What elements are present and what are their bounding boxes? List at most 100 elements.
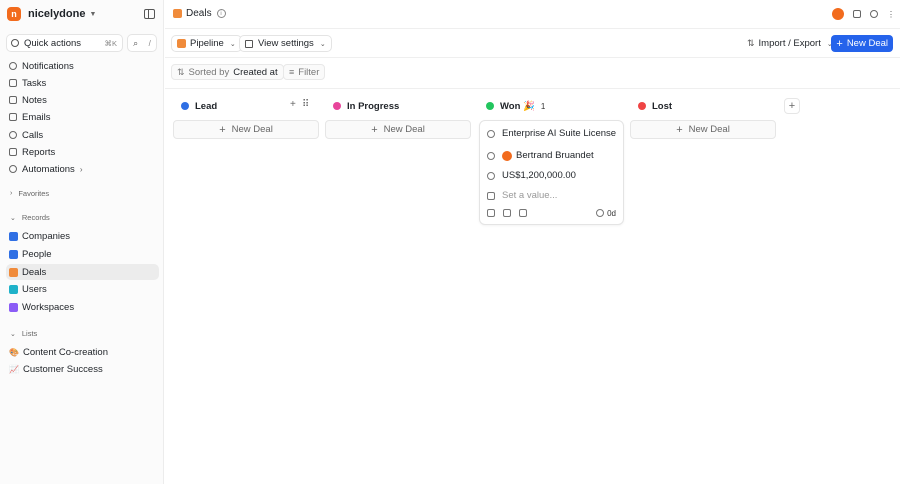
chevron-down-icon: ⌄ <box>319 40 326 48</box>
deal-name-row: Enterprise AI Suite License <box>487 128 616 139</box>
records-section-toggle[interactable]: ⌄ Records <box>10 213 50 222</box>
add-column-button[interactable]: + <box>784 98 800 114</box>
note-icon[interactable] <box>487 209 495 217</box>
sidebar-item-notes[interactable]: Notes <box>9 93 47 107</box>
sidebar-item-automations[interactable]: Automations › <box>9 162 82 176</box>
deal-card-footer: 0d <box>487 207 616 219</box>
chevron-down-icon: ⌄ <box>10 330 16 338</box>
user-avatar[interactable] <box>832 8 844 20</box>
sidebar-item-label: Tasks <box>22 77 47 89</box>
sidebar-item-label: Content Co-creation <box>22 346 108 358</box>
import-export-label: Import / Export <box>758 38 821 49</box>
bolt-icon <box>9 165 17 173</box>
status-dot <box>486 102 494 110</box>
help-icon[interactable] <box>870 10 878 18</box>
owner-avatar <box>502 150 512 161</box>
plus-icon: + <box>788 100 796 112</box>
add-card-icon[interactable]: + <box>290 99 296 110</box>
sidebar-search-button[interactable]: ⌕ / <box>127 34 157 52</box>
filter-icon: ≡ <box>289 67 295 77</box>
sorted-by-value: Created at <box>233 66 278 78</box>
view-settings-button[interactable]: View settings ⌄ <box>239 35 332 52</box>
new-deal-card-lead[interactable]: + New Deal <box>173 120 319 139</box>
sidebar-item-emails[interactable]: Emails <box>9 110 51 124</box>
new-card-label: New Deal <box>688 124 730 135</box>
note-icon <box>9 96 17 104</box>
sidebar-item-calls[interactable]: Calls <box>9 128 43 142</box>
column-count: 1 <box>540 101 546 111</box>
company-icon <box>487 129 495 138</box>
chevron-right-icon: › <box>79 164 83 174</box>
sidebar-item-companies[interactable]: Companies <box>9 229 70 243</box>
sidebar-item-people[interactable]: People <box>9 247 52 261</box>
comment-icon[interactable] <box>519 209 527 217</box>
deal-owner-row[interactable]: Bertrand Bruandet <box>487 150 594 161</box>
sort-button[interactable]: ⇅ Sorted by Created at <box>171 64 284 80</box>
sidebar-item-label: Companies <box>22 230 71 242</box>
top-bar: Deals i ⋮ <box>165 0 900 29</box>
column-header-lost: Lost <box>638 99 672 113</box>
sidebar-item-label: Workspaces <box>22 301 75 313</box>
section-label: Favorites <box>18 189 50 198</box>
plus-icon: + <box>219 123 226 136</box>
workspace-icon <box>9 302 18 312</box>
plus-icon: + <box>676 123 683 136</box>
chat-icon[interactable] <box>853 10 861 18</box>
sidebar-item-label: Notifications <box>22 60 74 72</box>
deal-age-value: 0d <box>607 208 616 218</box>
more-vertical-icon[interactable]: ⋮ <box>887 10 895 19</box>
plus-icon: + <box>371 123 378 136</box>
sidebar-item-customer-success[interactable]: 📈 Customer Success <box>9 362 103 376</box>
quick-actions-icon <box>11 39 19 47</box>
page-title-text: Deals <box>186 8 212 19</box>
filter-button[interactable]: ≡ Filter <box>283 64 326 80</box>
info-icon[interactable]: i <box>216 9 226 18</box>
sidebar-item-content-co-creation[interactable]: 🎨 Content Co-creation <box>9 345 108 359</box>
chevron-down-icon: ▼ <box>89 10 97 18</box>
sidebar-item-label: Emails <box>22 111 51 123</box>
pipeline-view-dropdown[interactable]: Pipeline ⌄ <box>171 35 242 52</box>
sidebar-item-label: Automations <box>22 163 75 175</box>
new-deal-card-in-progress[interactable]: + New Deal <box>325 120 471 139</box>
new-card-label: New Deal <box>231 124 273 135</box>
checkbox-icon <box>487 191 495 200</box>
drag-handle-icon[interactable]: ⠿ <box>302 99 309 110</box>
bell-icon <box>9 62 17 70</box>
new-deal-button[interactable]: + New Deal <box>831 35 893 52</box>
status-dot <box>333 102 341 110</box>
column-title: In Progress <box>347 100 400 112</box>
import-export-button[interactable]: ⇅ Import / Export ⌄ <box>741 35 839 52</box>
clock-icon <box>596 209 605 217</box>
view-settings-label: View settings <box>258 38 314 49</box>
plus-icon: + <box>836 37 843 50</box>
column-title: Lost <box>652 100 673 112</box>
sidebar-toggle-icon[interactable] <box>144 9 155 19</box>
chevron-right-icon: › <box>10 190 13 197</box>
sidebar-item-label: Users <box>22 283 47 295</box>
deal-value: US$1,200,000.00 <box>502 170 576 181</box>
section-label: Records <box>21 213 50 222</box>
lists-section-toggle[interactable]: ⌄ Lists <box>10 329 37 338</box>
currency-icon <box>487 171 495 180</box>
sidebar-item-users[interactable]: Users <box>9 282 47 296</box>
workspace-switcher[interactable]: n nicelydone ▼ <box>7 7 96 21</box>
quick-actions-button[interactable]: Quick actions ⌘K <box>6 34 123 52</box>
quick-actions-shortcut: ⌘K <box>104 38 117 48</box>
deal-empty-field-row[interactable]: Set a value... <box>487 190 557 201</box>
favorites-section-toggle[interactable]: › Favorites <box>10 189 49 198</box>
sidebar-item-tasks[interactable]: Tasks <box>9 76 46 90</box>
chart-icon <box>9 148 17 156</box>
deal-card[interactable]: Enterprise AI Suite License Bertrand Bru… <box>479 120 624 225</box>
sidebar-item-deals[interactable]: Deals <box>6 264 159 280</box>
empty-field-placeholder: Set a value... <box>502 190 558 201</box>
sidebar-item-notifications[interactable]: Notifications <box>9 59 74 73</box>
phone-icon <box>9 131 17 139</box>
user-icon <box>9 284 18 294</box>
new-deal-card-lost[interactable]: + New Deal <box>630 120 776 139</box>
deal-value-row[interactable]: US$1,200,000.00 <box>487 170 576 181</box>
task-icon[interactable] <box>503 209 511 217</box>
column-title: Won 🎉 <box>500 100 535 112</box>
deal-icon <box>9 267 18 277</box>
sidebar-item-workspaces[interactable]: Workspaces <box>9 300 74 314</box>
sidebar-item-reports[interactable]: Reports <box>9 145 55 159</box>
